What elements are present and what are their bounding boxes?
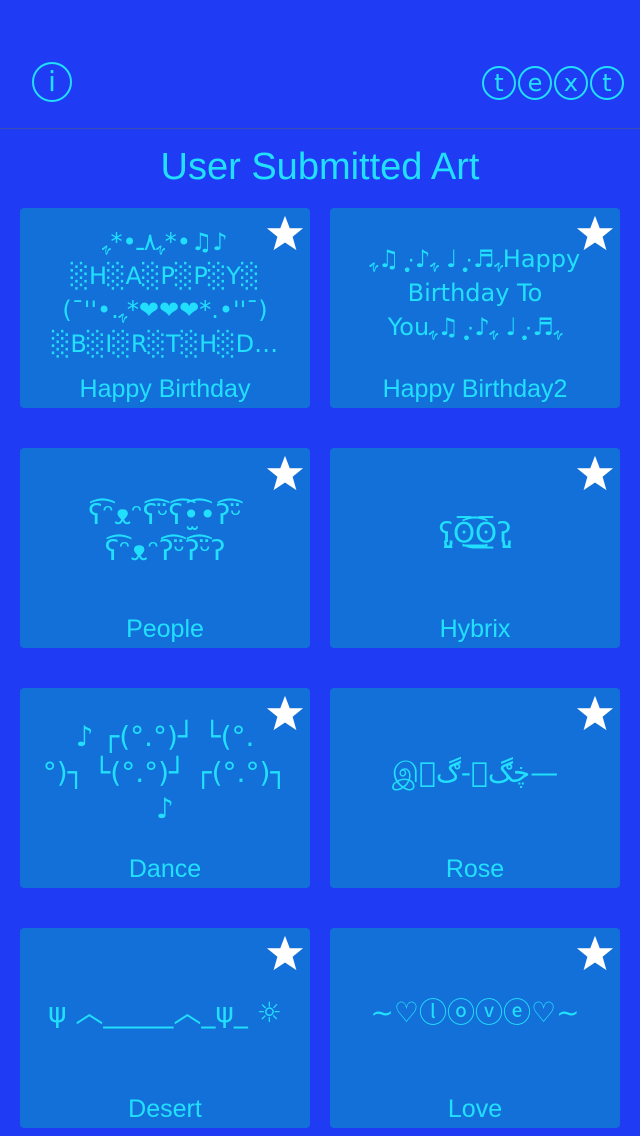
art-card-hybrix[interactable]: ʕ̡̢̡ʘ̅͟͜͡ʘ̲̅ʔ̢̡̢ Hybrix [330, 448, 620, 648]
card-label: Love [447, 1095, 503, 1123]
text-logo-button[interactable]: t e x t [482, 66, 624, 100]
info-button[interactable]: i [32, 62, 72, 102]
logo-letter: t [590, 66, 624, 100]
card-label: Desert [128, 1095, 202, 1123]
art-card-rose[interactable]: இڿڰۣ-ڰۣ— Rose [330, 688, 620, 888]
card-label: Happy Birthday2 [382, 375, 568, 403]
page-title: User Submitted Art [160, 146, 480, 188]
card-label: Happy Birthday [79, 375, 251, 403]
star-icon[interactable] [576, 214, 614, 252]
navigation-bar: i t e x t [0, 0, 640, 129]
card-label: People [126, 615, 204, 643]
art-card-dance[interactable]: ♪ ┌(°.°)┘ └(°. °)┐ └(°.°)┘ ┌(°.°)┐ ♪ Dan… [20, 688, 310, 888]
star-icon[interactable] [266, 934, 304, 972]
art-preview: ~♡ⓛⓞⓥⓔ♡~ [370, 996, 580, 1029]
star-icon[interactable] [576, 694, 614, 732]
art-preview: இڿڰۣ-ڰۣ— [391, 756, 559, 789]
art-preview: ψ ︿_____︿_ψ_ ☼ [48, 996, 282, 1029]
star-icon[interactable] [576, 934, 614, 972]
art-preview: ♪ ┌(°.°)┘ └(°. °)┐ └(°.°)┘ ┌(°.°)┐ ♪ [42, 720, 288, 825]
star-icon[interactable] [266, 214, 304, 252]
art-card-love[interactable]: ~♡ⓛⓞⓥⓔ♡~ Love [330, 928, 620, 1128]
logo-letter: e [518, 66, 552, 100]
card-label: Hybrix [439, 615, 511, 643]
art-card-happy-birthday2[interactable]: ﮩ♬·̩̩̥͙ ♩ ﮩ♪·̩̩̥͙ ♫ﮩHappy Birthday To Yo… [330, 208, 620, 408]
star-icon[interactable] [266, 454, 304, 492]
art-card-happy-birthday[interactable]: ﮩ٨ـ•*ﮩ*•♫♪ ░H░A░P░P░Y░ (¯''•.ﮩ*❤❤❤*.•''¯… [20, 208, 310, 408]
star-icon[interactable] [576, 454, 614, 492]
art-preview: ʕ̡̢̡ʘ̅͟͜͡ʘ̲̅ʔ̢̡̢ [438, 516, 512, 549]
art-preview: ʕ͡ᵔᴥᵔʕ͡ᵕ̈ʕ͡•̫͡•ʔ͡ᵕ̈ ʕ͡ᵔᴥᵔʔ͡ᵕ̈ʔ͡ᵕ̈ʔ [88, 498, 242, 567]
logo-letter: t [482, 66, 516, 100]
art-preview: ﮩ٨ـ•*ﮩ*•♫♪ ░H░A░P░P░Y░ (¯''•.ﮩ*❤❤❤*.•''¯… [51, 228, 279, 358]
card-label: Dance [128, 855, 202, 883]
art-preview: ﮩ♬·̩̩̥͙ ♩ ﮩ♪·̩̩̥͙ ♫ﮩHappy Birthday To Yo… [369, 245, 581, 341]
logo-letter: x [554, 66, 588, 100]
star-icon[interactable] [266, 694, 304, 732]
card-label: Rose [445, 855, 505, 883]
info-icon: i [48, 65, 56, 98]
art-card-desert[interactable]: ψ ︿_____︿_ψ_ ☼ Desert [20, 928, 310, 1128]
art-card-people[interactable]: ʕ͡ᵔᴥᵔʕ͡ᵕ̈ʕ͡•̫͡•ʔ͡ᵕ̈ ʕ͡ᵔᴥᵔʔ͡ᵕ̈ʔ͡ᵕ̈ʔ Peopl… [20, 448, 310, 648]
